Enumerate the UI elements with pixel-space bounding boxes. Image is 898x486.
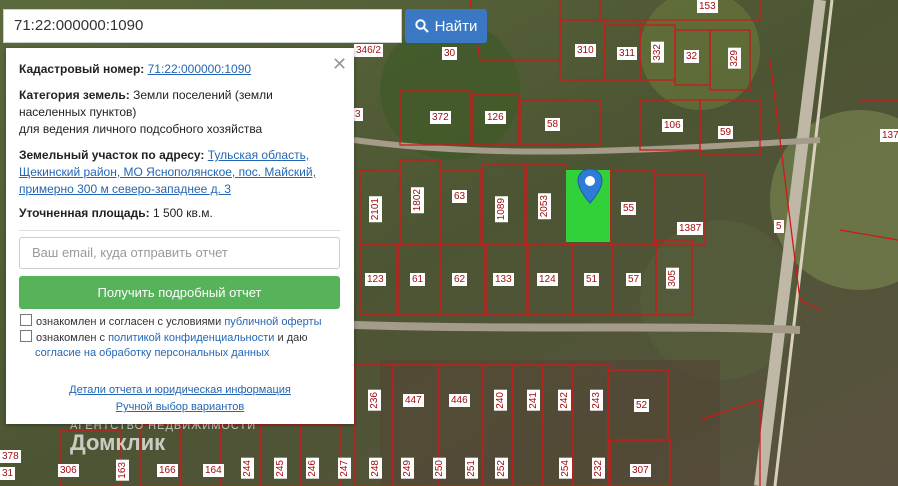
map-label[interactable]: 346/2	[354, 44, 384, 57]
report-details-link[interactable]: Детали отчета и юридическая информация	[69, 384, 291, 396]
privacy-consent-mid: и даю	[274, 332, 308, 344]
map-label[interactable]: 254	[559, 458, 572, 479]
category-row: Категория земель: Земли поселений (земли…	[19, 87, 339, 138]
map-label[interactable]: 137	[880, 129, 898, 142]
search-button[interactable]: Найти	[405, 9, 487, 43]
map-label[interactable]: 242	[558, 390, 571, 411]
map-label[interactable]: 372	[430, 111, 451, 124]
parcel-info-panel: ✕ Кадастровый номер: 71:22:000000:1090 К…	[6, 48, 354, 424]
privacy-consent-text: ознакомлен с	[36, 332, 109, 344]
map-label[interactable]: 58	[545, 118, 561, 131]
map-label[interactable]: 51	[584, 273, 600, 286]
map-label[interactable]: 232	[592, 458, 605, 479]
map-label[interactable]: 252	[495, 458, 508, 479]
map-label[interactable]: 306	[58, 464, 79, 477]
offer-link[interactable]: публичной оферты	[224, 316, 321, 328]
map-label[interactable]: 126	[485, 111, 506, 124]
map-label[interactable]: 1802	[411, 187, 424, 214]
map-label[interactable]: 59	[718, 126, 734, 139]
area-row: Уточненная площадь: 1 500 кв.м.	[19, 205, 339, 222]
map-label[interactable]: 166	[157, 464, 178, 477]
map-label[interactable]: 236	[368, 390, 381, 411]
search-button-label: Найти	[434, 17, 478, 35]
map-label[interactable]: 30	[442, 47, 458, 60]
offer-checkbox[interactable]	[20, 314, 32, 326]
area-value: 1 500 кв.м.	[152, 206, 213, 220]
map-label[interactable]: 311	[617, 47, 637, 60]
cadastral-search-input[interactable]: 71:22:000000:1090	[3, 9, 402, 43]
map-label[interactable]: 164	[203, 464, 224, 477]
map-label[interactable]: 447	[403, 394, 424, 407]
map-label[interactable]: 123	[365, 273, 386, 286]
map-label[interactable]: 243	[590, 390, 603, 411]
area-label: Уточненная площадь:	[19, 206, 150, 220]
cadastral-row: Кадастровый номер: 71:22:000000:1090	[19, 61, 339, 78]
map-label[interactable]: 61	[410, 273, 426, 286]
map-label[interactable]: 153	[697, 0, 718, 13]
watermark-brand: Домклик	[70, 430, 166, 455]
map-label[interactable]: 62	[452, 273, 468, 286]
map-label[interactable]: 446	[449, 394, 470, 407]
map-label[interactable]: 55	[621, 202, 637, 215]
privacy-policy-link[interactable]: политикой конфиденциальности	[108, 332, 274, 344]
address-row: Земельный участок по адресу: Тульская об…	[19, 147, 339, 198]
map-label[interactable]: 106	[662, 119, 683, 132]
map-label[interactable]: 329	[728, 48, 741, 69]
map-label[interactable]: 378	[0, 450, 21, 463]
map-label[interactable]: 124	[537, 273, 558, 286]
map-label[interactable]: 241	[527, 390, 540, 411]
map-label[interactable]: 307	[630, 464, 651, 477]
cadastral-link[interactable]: 71:22:000000:1090	[148, 62, 251, 76]
map-label[interactable]: 251	[465, 458, 478, 479]
map-label[interactable]: 247	[338, 458, 351, 479]
map-label[interactable]: 163	[116, 460, 129, 481]
map-label[interactable]: 31	[0, 467, 16, 480]
map-label[interactable]: 332	[651, 42, 664, 63]
map-label[interactable]: 244	[241, 458, 254, 479]
brand-watermark: АГЕНТСТВО НЕДВИЖИМОСТИ Домклик	[70, 420, 256, 456]
map-pin-icon[interactable]	[577, 168, 603, 204]
category-purpose: для ведения личного подсобного хозяйства	[19, 122, 263, 136]
map-label[interactable]: 1089	[495, 196, 508, 223]
map-label[interactable]: 63	[452, 190, 468, 203]
search-icon	[414, 19, 429, 33]
map-label[interactable]: 32	[684, 50, 700, 63]
address-label: Земельный участок по адресу:	[19, 148, 205, 162]
map-label[interactable]: 248	[369, 458, 382, 479]
map-label[interactable]: 305	[666, 268, 679, 289]
map-label[interactable]: 1387	[677, 222, 704, 235]
map-label[interactable]: 5	[774, 220, 784, 233]
map-label[interactable]: 2101	[369, 196, 382, 223]
map-label[interactable]: 133	[493, 273, 514, 286]
manual-selection-link[interactable]: Ручной выбор вариантов	[116, 401, 244, 413]
offer-consent: ознакомлен и согласен с условиями публич…	[20, 314, 340, 330]
privacy-consent: ознакомлен с политикой конфиденциальност…	[20, 330, 340, 361]
map-label[interactable]: 57	[626, 273, 642, 286]
map-label[interactable]: 245	[274, 458, 287, 479]
map-label[interactable]: 2053	[538, 193, 551, 220]
map-label[interactable]: 250	[433, 458, 446, 479]
category-label: Категория земель:	[19, 88, 130, 102]
offer-consent-text: ознакомлен и согласен с условиями	[36, 316, 225, 328]
map-label[interactable]: 52	[634, 399, 650, 412]
map-label[interactable]: 3	[353, 108, 363, 121]
personal-data-consent-link[interactable]: согласие на обработку персональных данны…	[35, 347, 269, 359]
map-label[interactable]: 249	[401, 458, 414, 479]
email-input[interactable]: Ваш email, куда отправить отчет	[19, 237, 340, 269]
map-label[interactable]: 240	[494, 390, 507, 411]
divider	[19, 230, 340, 231]
cadastral-label: Кадастровый номер:	[19, 62, 145, 76]
get-report-button[interactable]: Получить подробный отчет	[19, 276, 340, 309]
privacy-checkbox[interactable]	[20, 330, 32, 342]
map-label[interactable]: 246	[306, 458, 319, 479]
map-label[interactable]: 310	[575, 44, 596, 57]
